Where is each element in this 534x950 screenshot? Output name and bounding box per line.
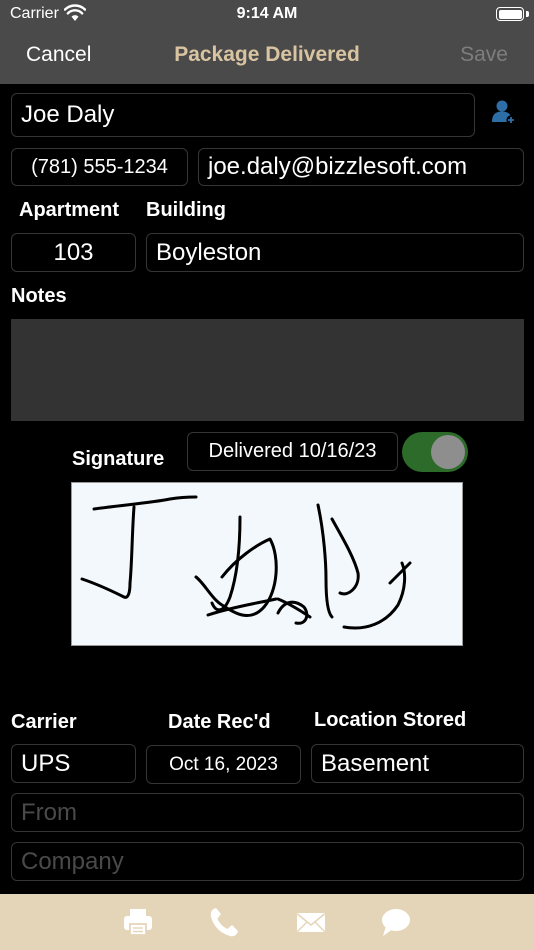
- name-value: Joe Daly: [21, 101, 115, 128]
- from-field[interactable]: From: [11, 793, 524, 832]
- date-received-label: Date Rec'd: [168, 711, 271, 733]
- email-field[interactable]: joe.daly@bizzlesoft.com: [198, 148, 524, 186]
- carrier-value: UPS: [21, 749, 71, 777]
- status-bar: Carrier 9:14 AM: [0, 0, 534, 30]
- phone-field[interactable]: (781) 555-1234: [11, 148, 188, 186]
- navigation-bar: Cancel Package Delivered Save: [0, 30, 534, 84]
- apartment-value: 103: [53, 238, 94, 266]
- envelope-icon[interactable]: [295, 906, 327, 938]
- building-field[interactable]: Boyleston: [146, 233, 524, 272]
- apartment-label: Apartment: [19, 199, 120, 221]
- carrier-label: Carrier: [11, 711, 77, 733]
- date-received-value: Oct 16, 2023: [169, 753, 278, 775]
- date-received-field[interactable]: Oct 16, 2023: [146, 745, 301, 784]
- toggle-knob: [431, 435, 465, 469]
- printer-icon[interactable]: [122, 906, 154, 938]
- notes-textarea[interactable]: [11, 319, 524, 421]
- building-label: Building: [146, 199, 226, 221]
- email-value: joe.daly@bizzlesoft.com: [208, 153, 468, 180]
- signature-pad[interactable]: [71, 482, 463, 646]
- battery-tip: [526, 11, 529, 17]
- add-contact-icon[interactable]: [491, 99, 517, 127]
- location-stored-field[interactable]: Basement: [311, 744, 524, 783]
- cancel-button[interactable]: Cancel: [26, 43, 91, 67]
- apartment-field[interactable]: 103: [11, 233, 136, 272]
- battery-icon: [496, 7, 524, 21]
- status-time: 9:14 AM: [236, 5, 298, 22]
- delivered-toggle[interactable]: [402, 432, 468, 472]
- signature-label: Signature: [72, 448, 165, 470]
- location-stored-label: Location Stored: [314, 709, 467, 731]
- name-field[interactable]: Joe Daly: [11, 93, 475, 137]
- bottom-toolbar: [0, 894, 534, 950]
- notes-label: Notes: [11, 285, 67, 307]
- company-field[interactable]: Company: [11, 842, 524, 881]
- carrier-field[interactable]: UPS: [11, 744, 136, 783]
- delivered-status-field: Delivered 10/16/23: [187, 432, 398, 471]
- chat-bubble-icon[interactable]: [380, 906, 412, 938]
- phone-icon[interactable]: [208, 906, 240, 938]
- phone-value: (781) 555-1234: [31, 155, 168, 178]
- signature-drawing: [80, 495, 412, 630]
- location-stored-value: Basement: [321, 749, 430, 777]
- building-value: Boyleston: [156, 238, 262, 266]
- company-placeholder: Company: [21, 847, 124, 875]
- from-placeholder: From: [21, 798, 77, 826]
- save-button[interactable]: Save: [460, 43, 508, 67]
- delivered-status-value: Delivered 10/16/23: [208, 440, 377, 462]
